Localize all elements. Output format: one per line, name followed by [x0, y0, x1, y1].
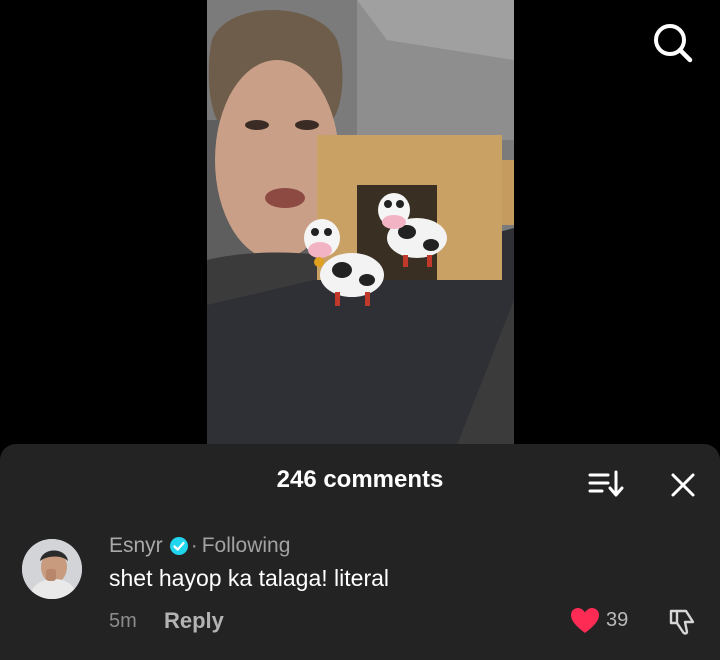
- meta-separator: ·: [190, 534, 198, 557]
- close-button[interactable]: [668, 470, 698, 500]
- video-frame[interactable]: [207, 0, 514, 445]
- dislike-button[interactable]: [667, 607, 697, 637]
- heart-icon: [571, 608, 599, 633]
- comment-time: 5m: [109, 610, 137, 632]
- reply-button[interactable]: Reply: [164, 608, 224, 634]
- like-button[interactable]: 39: [570, 607, 628, 634]
- like-count: 39: [606, 609, 629, 631]
- avatar[interactable]: [22, 539, 82, 599]
- comment-text: shet hayop ka talaga! literal: [109, 565, 390, 591]
- verified-badge-icon: [169, 537, 188, 555]
- comment-author[interactable]: Esnyr: [109, 534, 163, 558]
- sort-button[interactable]: [588, 468, 624, 500]
- close-icon: [671, 473, 695, 497]
- dislike-icon: [669, 609, 695, 635]
- search-icon: [654, 24, 693, 63]
- avatar-image: [22, 539, 82, 599]
- comments-panel: 246 comments Esnyr · Following shet hayo…: [0, 444, 720, 660]
- video-player[interactable]: [0, 0, 720, 445]
- search-button[interactable]: [650, 20, 696, 66]
- comment-meta: Esnyr · Following: [109, 533, 290, 559]
- comment-item: Esnyr · Following shet hayop ka talaga! …: [0, 532, 720, 660]
- following-label: Following: [201, 534, 291, 557]
- sort-icon: [588, 470, 624, 497]
- video-still: [207, 0, 514, 445]
